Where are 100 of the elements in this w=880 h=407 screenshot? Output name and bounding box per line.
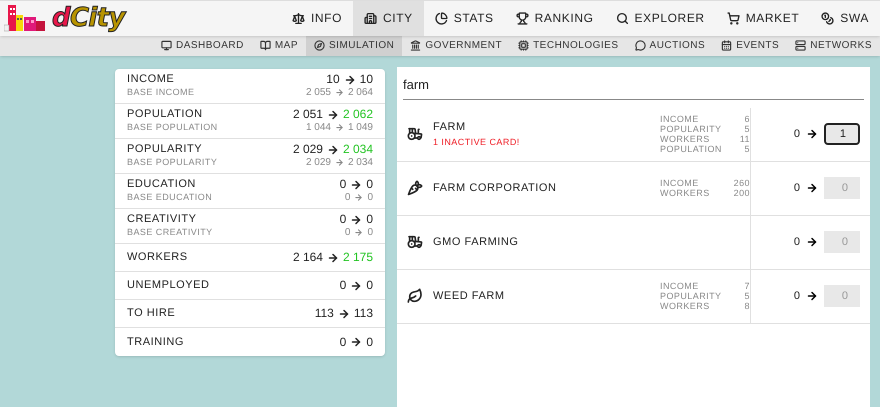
leaf-icon bbox=[407, 288, 423, 304]
base-stat-label: BASE POPULARITY bbox=[127, 156, 218, 169]
value-from: 113 bbox=[314, 307, 334, 320]
value-from: 0 bbox=[344, 191, 350, 204]
base-stat-label: BASE EDUCATION bbox=[127, 191, 212, 204]
logo-text: dCity bbox=[52, 5, 125, 32]
effect-label: WORKERS bbox=[660, 188, 710, 198]
effect-label: POPULARITY bbox=[660, 291, 722, 301]
value-to: 10 bbox=[360, 73, 373, 86]
nav-tab[interactable]: RANKING bbox=[504, 1, 605, 36]
carrot-icon bbox=[407, 180, 423, 196]
base-stat-label: BASE CREATIVITY bbox=[127, 226, 213, 239]
arrow-icon bbox=[326, 252, 339, 264]
chip-icon bbox=[518, 40, 530, 52]
effect-value: 5 bbox=[744, 291, 750, 301]
effect-value: 5 bbox=[744, 124, 750, 134]
count-field[interactable]: 1 bbox=[824, 123, 860, 145]
stat-label: EDUCATION bbox=[127, 178, 197, 191]
effect-value: 200 bbox=[734, 188, 750, 198]
stat-label: INCOME bbox=[127, 73, 176, 86]
nav-tab[interactable]: STATS bbox=[424, 1, 505, 36]
sub-nav-tab[interactable]: TECHNOLOGIES bbox=[510, 36, 627, 56]
value-to: 0 bbox=[367, 226, 373, 239]
calendar-icon bbox=[721, 40, 732, 52]
value-from: 0 bbox=[340, 279, 346, 292]
effect-value: 8 bbox=[744, 301, 750, 311]
value-from: 0 bbox=[340, 336, 346, 348]
arrow-icon bbox=[334, 158, 344, 167]
value-from: 0 bbox=[340, 213, 346, 226]
nav-tab[interactable]: EXPLORER bbox=[604, 1, 716, 36]
sub-nav-tab[interactable]: DASHBOARD bbox=[152, 36, 252, 56]
arrow-icon bbox=[354, 228, 364, 237]
stat-label: CREATIVITY bbox=[127, 213, 198, 226]
arrow-icon bbox=[350, 214, 362, 226]
nav-tab[interactable]: CITY bbox=[353, 1, 424, 36]
arrow-icon bbox=[334, 88, 344, 97]
value-to: 0 bbox=[366, 213, 373, 226]
effect-value: 5 bbox=[744, 144, 750, 154]
tractor-icon bbox=[407, 234, 423, 250]
server-icon bbox=[795, 40, 806, 52]
value-from: 2 029 bbox=[306, 156, 331, 169]
base-stat-label: BASE POPULATION bbox=[127, 121, 218, 134]
effect-label: WORKERS bbox=[660, 301, 710, 311]
effect-label: INCOME bbox=[660, 114, 699, 124]
base-stat-label: BASE INCOME bbox=[127, 86, 194, 99]
value-from: 0 bbox=[344, 226, 350, 239]
stat-label: POPULATION bbox=[127, 108, 204, 121]
monitor-icon bbox=[160, 40, 172, 52]
stat-label: WORKERS bbox=[127, 251, 188, 264]
value-from: 2 055 bbox=[306, 86, 331, 99]
value-to: 2 034 bbox=[348, 156, 373, 169]
count-from: 0 bbox=[794, 288, 800, 304]
effect-label: INCOME bbox=[660, 281, 699, 291]
cart-icon bbox=[726, 12, 740, 25]
value-to: 0 bbox=[367, 191, 373, 204]
effect-value: 11 bbox=[740, 134, 750, 144]
value-to: 2 175 bbox=[342, 251, 373, 264]
stat-label: TO HIRE bbox=[127, 307, 176, 320]
count-from: 0 bbox=[794, 180, 800, 196]
arrow-icon bbox=[350, 280, 362, 292]
building-name: GMO FARMING bbox=[433, 234, 520, 250]
effect-value: 7 bbox=[744, 281, 750, 291]
building-name: WEED FARM bbox=[433, 288, 506, 304]
sub-nav-tab[interactable]: AUCTIONS bbox=[626, 36, 714, 56]
arrow-icon bbox=[326, 144, 339, 156]
value-to: 113 bbox=[354, 307, 373, 320]
buildings-icon bbox=[364, 12, 378, 25]
nav-tab[interactable]: SWA bbox=[810, 1, 880, 36]
arrow-icon bbox=[350, 336, 362, 348]
search-field[interactable]: farm bbox=[403, 75, 864, 100]
effect-label: POPULATION bbox=[660, 144, 722, 154]
count-from: 0 bbox=[794, 234, 800, 250]
nav-tab[interactable]: MARKET bbox=[716, 1, 810, 36]
pie-chart-icon bbox=[434, 12, 448, 25]
search-icon bbox=[616, 12, 629, 25]
compass-icon bbox=[314, 40, 325, 52]
effect-value: 6 bbox=[744, 114, 750, 124]
stat-label: POPULARITY bbox=[127, 143, 204, 156]
value-from: 2 164 bbox=[292, 251, 323, 264]
arrow-icon bbox=[806, 290, 818, 302]
value-to: 2 064 bbox=[348, 86, 373, 99]
sub-nav-tab[interactable]: SIMULATION bbox=[306, 36, 402, 56]
sub-nav-tab[interactable]: EVENTS bbox=[713, 36, 788, 56]
effect-label: WORKERS bbox=[660, 134, 710, 144]
stat-label: UNEMPLOYED bbox=[127, 279, 210, 292]
effect-label: POPULARITY bbox=[660, 124, 722, 134]
building-name: FARM CORPORATION bbox=[433, 180, 558, 196]
value-from: 2 051 bbox=[292, 108, 323, 121]
value-to: 2 034 bbox=[342, 143, 373, 156]
arrow-icon bbox=[806, 128, 818, 140]
arrow-icon bbox=[344, 74, 356, 86]
scales-icon bbox=[292, 12, 305, 25]
arrow-icon bbox=[326, 108, 339, 120]
sub-nav-tab[interactable]: GOVERNMENT bbox=[402, 36, 510, 56]
tractor-icon bbox=[407, 126, 423, 142]
nav-tab[interactable]: INFO bbox=[280, 1, 354, 36]
arrow-icon bbox=[354, 193, 364, 202]
count-from: 0 bbox=[794, 126, 800, 142]
sub-nav-tab[interactable]: MAP bbox=[252, 36, 306, 56]
sub-nav-tab[interactable]: NETWORKS bbox=[787, 36, 880, 56]
